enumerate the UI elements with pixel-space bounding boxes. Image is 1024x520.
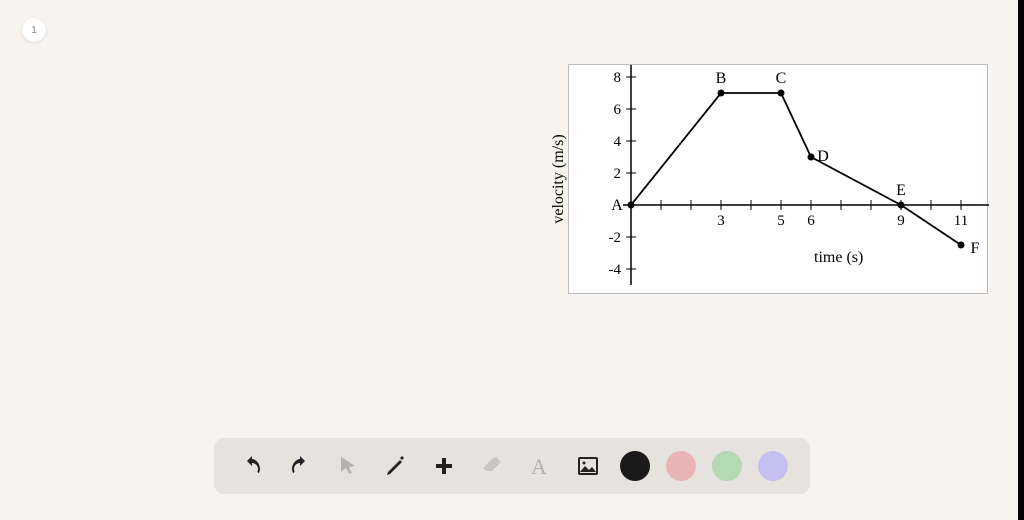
svg-text:9: 9 (897, 213, 905, 229)
pencil-icon (384, 454, 408, 478)
page-number: 1 (31, 25, 37, 36)
pointer-icon (336, 454, 360, 478)
svg-text:F: F (971, 240, 980, 257)
pencil-button[interactable] (380, 450, 412, 482)
y-axis-label: velocity (m/s) (550, 134, 568, 223)
svg-text:D: D (817, 148, 829, 165)
undo-button[interactable] (236, 450, 268, 482)
add-button[interactable] (428, 450, 460, 482)
x-axis-label: time (s) (814, 249, 863, 267)
redo-button[interactable] (284, 450, 316, 482)
svg-text:4: 4 (614, 134, 622, 150)
text-icon: A (528, 454, 552, 478)
plus-icon (432, 454, 456, 478)
svg-text:2: 2 (614, 166, 622, 182)
velocity-time-chart: 8642-2-4356911ABCDEF velocity (m/s) time… (568, 64, 988, 294)
page-number-badge: 1 (22, 18, 46, 42)
eraser-icon (480, 454, 504, 478)
right-frame-border (1018, 0, 1024, 520)
svg-text:A: A (611, 197, 623, 214)
pointer-button[interactable] (332, 450, 364, 482)
svg-text:C: C (776, 70, 787, 87)
image-button[interactable] (572, 450, 604, 482)
color-swatch-purple[interactable] (758, 451, 788, 481)
svg-text:B: B (716, 70, 727, 87)
undo-icon (240, 454, 264, 478)
color-swatch-green[interactable] (712, 451, 742, 481)
svg-text:3: 3 (717, 213, 725, 229)
color-swatch-black[interactable] (620, 451, 650, 481)
redo-icon (288, 454, 312, 478)
eraser-button[interactable] (476, 450, 508, 482)
svg-text:6: 6 (807, 213, 815, 229)
svg-text:6: 6 (614, 102, 622, 118)
svg-text:8: 8 (614, 70, 622, 86)
svg-text:E: E (896, 182, 906, 199)
drawing-toolbar: A (214, 438, 810, 494)
image-icon (576, 454, 600, 478)
svg-text:11: 11 (954, 213, 968, 229)
svg-text:-2: -2 (609, 230, 622, 246)
svg-text:5: 5 (777, 213, 785, 229)
chart-svg: 8 6 4 2 -2 -4 3 5 6 9 11 A B C D E F (569, 65, 989, 295)
color-swatch-pink[interactable] (666, 451, 696, 481)
svg-text:-4: -4 (609, 262, 622, 278)
text-button[interactable]: A (524, 450, 556, 482)
svg-text:A: A (531, 454, 547, 478)
